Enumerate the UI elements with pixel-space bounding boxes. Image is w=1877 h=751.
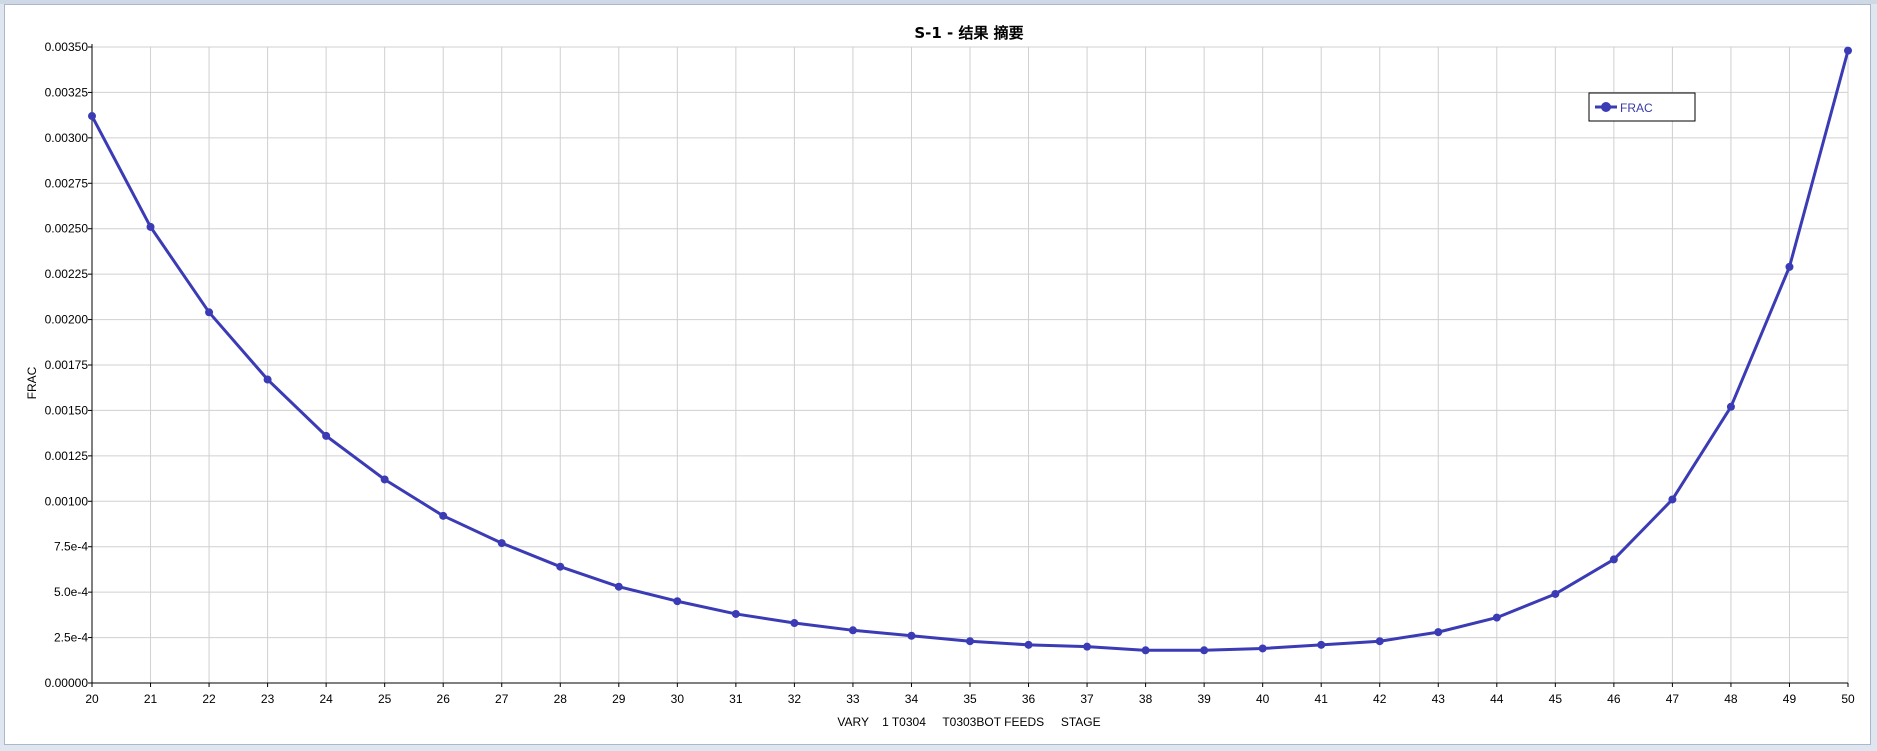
y-tick-label: 0.00200 [45,313,89,327]
data-point [1551,589,1560,598]
y-tick-label: 0.00125 [45,449,89,463]
x-tick-label: 24 [319,692,333,706]
y-tick-label: 0.00175 [45,358,89,372]
x-tick-label: 49 [1783,692,1797,706]
x-tick-label: 35 [963,692,977,706]
data-point [263,375,272,384]
x-tick-label: 23 [261,692,275,706]
data-point [1024,640,1033,649]
data-point [146,222,155,231]
x-tick-label: 30 [671,692,685,706]
x-tick-label: 29 [612,692,626,706]
y-tick-label: 0.00150 [45,403,89,417]
x-tick-label: 44 [1490,692,1504,706]
data-point [322,431,331,440]
y-tick-label: 0.00100 [45,494,89,508]
x-tick-label: 47 [1666,692,1680,706]
x-tick-label: 34 [905,692,919,706]
y-tick-label: 0.00000 [45,676,89,690]
x-tick-label: 42 [1373,692,1387,706]
y-axis-label: FRAC [25,366,39,399]
x-tick-label: 20 [85,692,99,706]
y-tick-label: 0.00275 [45,176,89,190]
data-point [205,308,214,317]
data-point [1785,262,1794,271]
x-axis-label: VARY 1 T0304 T0303BOT FEEDS STAGE [837,715,1100,729]
x-tick-labels: 20 21 22 23 24 25 26 27 28 29 30 31 32 33 34 35 36 37 38 39… [85,692,1855,706]
grid-lines [91,46,1849,684]
y-tick-label: 0.00225 [45,267,89,281]
chart-svg: S-1 - 结果 摘要 0.000002.5e-45.0e-47.5e-40.0… [25,24,1855,729]
x-tick-label: 25 [378,692,392,706]
x-tick-label: 46 [1607,692,1621,706]
data-point [88,112,96,121]
x-tick-label: 33 [846,692,860,706]
data-point [1844,46,1852,55]
data-point [673,597,682,606]
x-tick-label: 45 [1549,692,1563,706]
y-tick-label: 7.5e-4 [54,540,88,554]
x-tick-label: 27 [495,692,509,706]
y-tick-label: 5.0e-4 [54,585,88,599]
x-tick-label: 26 [437,692,451,706]
x-tick-label: 31 [729,692,743,706]
data-point [1141,646,1150,655]
data-point [614,582,623,591]
x-tick-label: 43 [1432,692,1446,706]
y-tick-label: 0.00300 [45,131,89,145]
x-tick-label: 39 [1197,692,1211,706]
x-tick-label: 22 [202,692,216,706]
data-point [1492,613,1501,622]
data-point [380,475,389,484]
x-tick-label: 41 [1315,692,1329,706]
legend[interactable]: FRAC [1588,92,1696,122]
y-tick-label: 0.00350 [45,40,89,54]
x-tick-label: 36 [1022,692,1036,706]
data-point [848,626,857,635]
x-tick-label: 37 [1080,692,1094,706]
legend-dot-marker [1601,102,1611,112]
x-tick-label: 28 [554,692,568,706]
x-tick-label: 32 [788,692,802,706]
data-point [497,539,506,548]
data-point [1375,637,1384,646]
data-point [1083,642,1092,651]
data-point [966,637,974,646]
x-tick-label: 38 [1139,692,1153,706]
x-tick-label: 40 [1256,692,1270,706]
data-point [1200,646,1209,655]
legend-label-frac: FRAC [1620,101,1653,115]
data-point [1258,644,1267,653]
data-point [1726,402,1735,411]
data-point [731,609,740,618]
data-point [790,619,799,628]
chart-title: S-1 - 结果 摘要 [914,24,1023,42]
data-point [1317,640,1326,649]
data-point [439,511,448,520]
data-point [1668,495,1677,504]
data-point [1434,628,1443,637]
x-tick-label: 50 [1841,692,1855,706]
data-point [556,562,565,571]
data-point [1609,555,1618,564]
y-tick-labels: 0.00000 2.5e-4 5.0e-4 7.5e-4 0.00100 0.00125 0… [45,40,89,690]
x-tick-label: 48 [1724,692,1738,706]
x-tick-label: 21 [144,692,158,706]
y-tick-label: 0.00325 [45,85,89,99]
data-point [907,631,916,640]
y-tick-label: 2.5e-4 [54,631,88,645]
y-tick-label: 0.00250 [45,222,89,236]
